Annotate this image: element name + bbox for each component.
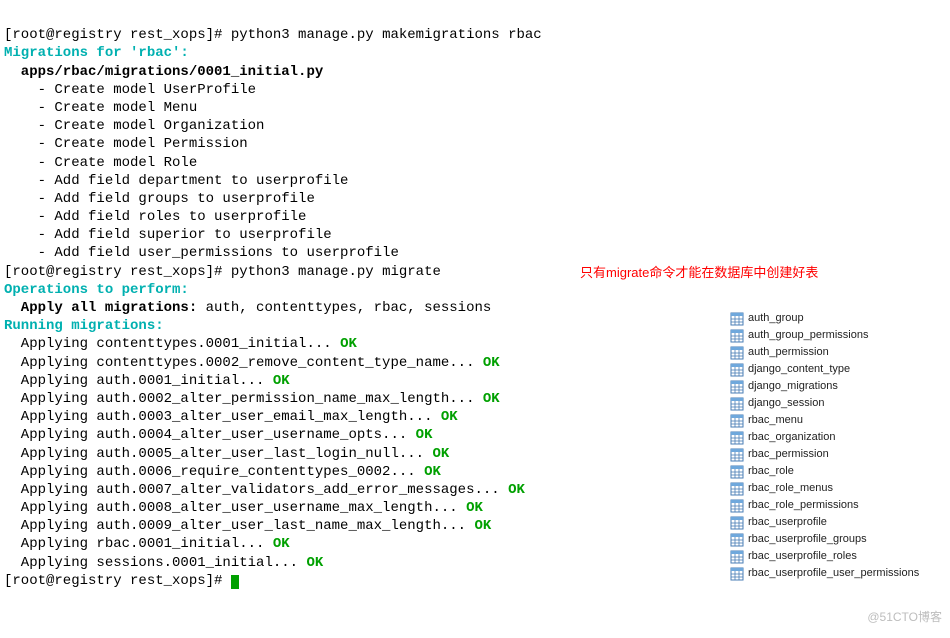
ok-status: OK — [432, 446, 449, 462]
ok-status: OK — [441, 409, 458, 425]
table-icon — [730, 414, 744, 428]
db-table-label: rbac_userprofile_roles — [748, 549, 857, 563]
db-table-label: rbac_organization — [748, 430, 835, 444]
db-table-item[interactable]: rbac_role_menus — [730, 480, 919, 497]
ok-status: OK — [306, 555, 323, 571]
shell-prompt: [root@registry rest_xops]# — [4, 27, 231, 43]
table-icon — [730, 397, 744, 411]
db-table-item[interactable]: rbac_role_permissions — [730, 497, 919, 514]
ok-status: OK — [483, 391, 500, 407]
apply-line: Applying contenttypes.0002_remove_conten… — [4, 355, 483, 371]
db-table-item[interactable]: django_content_type — [730, 361, 919, 378]
apply-line: Applying auth.0007_alter_validators_add_… — [4, 482, 508, 498]
table-icon — [730, 567, 744, 581]
migrations-header: Migrations for 'rbac': — [4, 45, 189, 61]
migration-step: - Add field groups to userprofile — [4, 191, 315, 207]
db-table-label: auth_permission — [748, 345, 829, 359]
apply-line: Applying auth.0006_require_contenttypes_… — [4, 464, 424, 480]
table-icon — [730, 448, 744, 462]
db-table-label: django_session — [748, 396, 824, 410]
migration-step: - Create model Permission — [4, 136, 248, 152]
ok-status: OK — [474, 518, 491, 534]
db-table-item[interactable]: django_session — [730, 395, 919, 412]
apply-line: Applying rbac.0001_initial... — [4, 536, 273, 552]
migration-step: - Add field department to userprofile — [4, 173, 348, 189]
table-icon — [730, 499, 744, 513]
db-table-label: rbac_role — [748, 464, 794, 478]
migration-step: - Create model Menu — [4, 100, 197, 116]
migration-step: - Add field superior to userprofile — [4, 227, 332, 243]
ok-status: OK — [424, 464, 441, 480]
db-tables-panel: auth_group auth_group_permissions auth_per… — [730, 310, 919, 582]
cursor-block[interactable] — [231, 575, 239, 589]
table-icon — [730, 516, 744, 530]
db-table-item[interactable]: rbac_userprofile — [730, 514, 919, 531]
table-icon — [730, 465, 744, 479]
db-table-item[interactable]: rbac_userprofile_roles — [730, 548, 919, 565]
apply-line: Applying auth.0004_alter_user_username_o… — [4, 427, 416, 443]
migration-file-path: apps/rbac/migrations/0001_initial.py — [4, 64, 323, 80]
apply-line: Applying auth.0003_alter_user_email_max_… — [4, 409, 441, 425]
table-icon — [730, 380, 744, 394]
db-table-item[interactable]: rbac_organization — [730, 429, 919, 446]
db-table-label: rbac_userprofile — [748, 515, 827, 529]
migration-step: - Add field user_permissions to userprof… — [4, 245, 399, 261]
command-text: python3 manage.py makemigrations rbac — [231, 27, 542, 43]
apply-line: Applying auth.0002_alter_permission_name… — [4, 391, 483, 407]
command-text: python3 manage.py migrate — [231, 264, 441, 280]
shell-prompt: [root@registry rest_xops]# — [4, 573, 231, 589]
db-table-item[interactable]: rbac_userprofile_user_permissions — [730, 565, 919, 582]
db-table-label: auth_group_permissions — [748, 328, 868, 342]
table-icon — [730, 431, 744, 445]
apply-line: Applying auth.0008_alter_user_username_m… — [4, 500, 466, 516]
watermark-text: @51CTO博客 — [867, 610, 942, 626]
apply-all-label: Apply all migrations: — [4, 300, 206, 316]
table-icon — [730, 329, 744, 343]
migration-step: - Add field roles to userprofile — [4, 209, 306, 225]
db-table-item[interactable]: rbac_menu — [730, 412, 919, 429]
table-icon — [730, 482, 744, 496]
shell-prompt: [root@registry rest_xops]# — [4, 264, 231, 280]
db-table-item[interactable]: rbac_role — [730, 463, 919, 480]
db-table-label: rbac_userprofile_user_permissions — [748, 566, 919, 580]
operations-header: Operations to perform: — [4, 282, 189, 298]
db-table-label: django_migrations — [748, 379, 838, 393]
migration-step: - Create model UserProfile — [4, 82, 256, 98]
ok-status: OK — [273, 536, 290, 552]
db-table-item[interactable]: auth_group_permissions — [730, 327, 919, 344]
db-table-item[interactable]: django_migrations — [730, 378, 919, 395]
migration-step: - Create model Organization — [4, 118, 264, 134]
ok-status: OK — [340, 336, 357, 352]
apply-line: Applying sessions.0001_initial... — [4, 555, 306, 571]
db-table-item[interactable]: auth_group — [730, 310, 919, 327]
db-table-item[interactable]: rbac_permission — [730, 446, 919, 463]
ok-status: OK — [466, 500, 483, 516]
ok-status: OK — [273, 373, 290, 389]
apply-line: Applying auth.0009_alter_user_last_name_… — [4, 518, 474, 534]
running-header: Running migrations: — [4, 318, 164, 334]
db-table-label: rbac_role_permissions — [748, 498, 859, 512]
ok-status: OK — [508, 482, 525, 498]
ok-status: OK — [416, 427, 433, 443]
table-icon — [730, 550, 744, 564]
table-icon — [730, 346, 744, 360]
db-table-item[interactable]: auth_permission — [730, 344, 919, 361]
db-table-label: rbac_menu — [748, 413, 803, 427]
table-icon — [730, 533, 744, 547]
apply-line: Applying auth.0001_initial... — [4, 373, 273, 389]
db-table-label: rbac_userprofile_groups — [748, 532, 867, 546]
db-table-label: rbac_permission — [748, 447, 829, 461]
table-icon — [730, 363, 744, 377]
db-table-item[interactable]: rbac_userprofile_groups — [730, 531, 919, 548]
ok-status: OK — [483, 355, 500, 371]
apply-all-list: auth, contenttypes, rbac, sessions — [206, 300, 492, 316]
db-table-label: auth_group — [748, 311, 804, 325]
migration-step: - Create model Role — [4, 155, 197, 171]
table-icon — [730, 312, 744, 326]
db-table-label: rbac_role_menus — [748, 481, 833, 495]
db-table-label: django_content_type — [748, 362, 850, 376]
apply-line: Applying auth.0005_alter_user_last_login… — [4, 446, 432, 462]
apply-line: Applying contenttypes.0001_initial... — [4, 336, 340, 352]
annotation-note: 只有migrate命令才能在数据库中创建好表 — [580, 265, 818, 282]
